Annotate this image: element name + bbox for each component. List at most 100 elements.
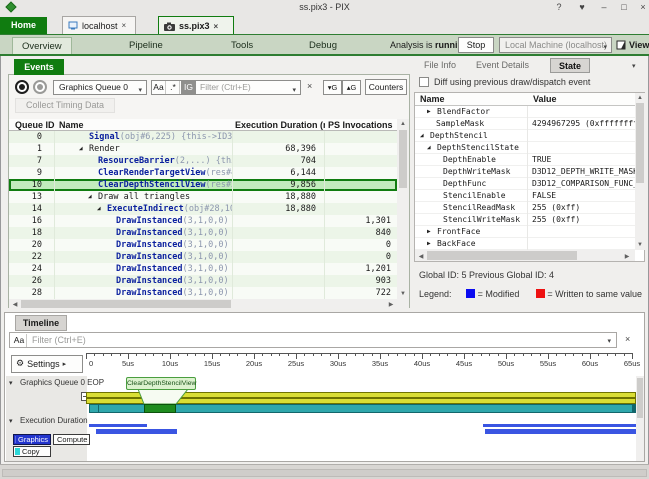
event-row[interactable]: 28 DrawInstanced(3,1,0,0) 722 xyxy=(9,287,397,299)
ignore-case-toggle[interactable]: IG xyxy=(181,81,196,94)
regex-toggle[interactable]: .* xyxy=(167,81,180,94)
scroll-right-icon[interactable]: ▶ xyxy=(387,301,395,308)
event-row[interactable]: 24 DrawInstanced(3,1,0,0) 1,201 xyxy=(9,263,397,275)
scroll-left-icon[interactable]: ◀ xyxy=(11,301,19,308)
stop-button[interactable]: Stop xyxy=(458,37,494,53)
expander-icon[interactable]: ▶ xyxy=(427,226,437,238)
scroll-thumb[interactable] xyxy=(637,378,643,418)
expander-icon[interactable]: ▶ xyxy=(427,106,437,118)
timeline-tab[interactable]: Timeline xyxy=(15,315,67,331)
event-row[interactable]: 1 ◢ Render 68,396 xyxy=(9,143,397,155)
events-vscrollbar[interactable]: ▲ ▼ xyxy=(397,119,409,299)
capture-tab-close-icon[interactable]: × xyxy=(214,22,219,31)
col-queue-id[interactable]: Queue ID xyxy=(15,119,55,131)
col-ps-invocations[interactable]: PS Invocations xyxy=(328,119,396,131)
legend-compute[interactable]: Compute xyxy=(53,434,90,445)
state-row[interactable]: ▶ BackFace xyxy=(415,238,635,250)
close-button[interactable]: × xyxy=(635,1,649,13)
event-row[interactable]: 9ClearRenderTargetView(res#4,6,144 xyxy=(9,167,397,179)
help-button[interactable]: ? xyxy=(551,1,567,13)
state-row[interactable]: StencilEnable FALSE xyxy=(415,190,635,202)
scroll-thumb[interactable] xyxy=(427,251,577,260)
machine-select[interactable]: Local Machine (localhost) ▾ xyxy=(499,37,612,53)
state-hscrollbar[interactable]: ◀ ▶ xyxy=(415,250,635,261)
settings-button[interactable]: ⚙ Settings ▸ xyxy=(11,355,83,373)
events-hscrollbar[interactable]: ◀ ▶ xyxy=(9,299,409,309)
state-row[interactable]: DepthWriteMask D3D12_DEPTH_WRITE_MASK_… xyxy=(415,166,635,178)
state-row[interactable]: ◢ DepthStencilState xyxy=(415,142,635,154)
execution-duration-bar[interactable] xyxy=(88,424,148,427)
state-row[interactable]: SampleMask 4294967295 (0xffffffff) xyxy=(415,118,635,130)
timeline-vscrollbar[interactable] xyxy=(636,376,644,461)
execution-duration-bar[interactable] xyxy=(483,424,638,427)
tab-file-info[interactable]: File Info xyxy=(418,58,462,73)
event-filter-input[interactable]: Filter (Ctrl+E) xyxy=(200,81,251,94)
state-row[interactable]: DepthFunc D3D12_COMPARISON_FUNC_… xyxy=(415,178,635,190)
scroll-thumb[interactable] xyxy=(399,130,407,188)
tab-debug[interactable]: Debug xyxy=(300,37,346,54)
execution-duration-bar[interactable] xyxy=(96,429,177,434)
state-row[interactable]: ▶ BlendFactor xyxy=(415,106,635,118)
scroll-down-icon[interactable]: ▼ xyxy=(635,242,645,248)
selected-event-segment[interactable] xyxy=(144,404,176,413)
state-row[interactable]: ▶ FrontFace xyxy=(415,226,635,238)
diff-checkbox[interactable] xyxy=(419,77,429,87)
scroll-down-icon[interactable]: ▼ xyxy=(397,291,409,297)
match-case-toggle[interactable]: Aa xyxy=(152,81,166,94)
expander-icon[interactable]: ◢ xyxy=(97,203,107,215)
capture-frame-icon[interactable] xyxy=(15,80,29,94)
scroll-thumb[interactable] xyxy=(636,103,644,183)
expander-icon[interactable]: ◢ xyxy=(427,142,437,154)
event-row[interactable]: 22 DrawInstanced(3,1,0,0) 0 xyxy=(9,251,397,263)
counters-button[interactable]: Counters xyxy=(365,79,407,95)
col-value[interactable]: Value xyxy=(533,93,623,105)
expander-icon[interactable]: ▶ xyxy=(427,238,437,250)
scroll-thumb[interactable] xyxy=(21,300,231,308)
localhost-tab[interactable]: localhost × xyxy=(62,16,136,34)
tab-pipeline[interactable]: Pipeline xyxy=(120,37,172,54)
tab-overflow-icon[interactable]: ▾ xyxy=(632,62,636,70)
tab-state[interactable]: State xyxy=(550,58,590,73)
goto-prev-group-button[interactable]: ▾G xyxy=(323,80,342,95)
state-row[interactable]: StencilReadMask 255 (0xff) xyxy=(415,202,635,214)
clear-filter-button[interactable]: × xyxy=(307,81,312,91)
event-row[interactable]: 14◢ExecuteIndirect(obj#28,10218,880 xyxy=(9,203,397,215)
expander-icon[interactable]: ◢ xyxy=(79,143,89,155)
execution-duration-bar[interactable] xyxy=(485,429,638,434)
maximize-button[interactable]: □ xyxy=(616,1,632,13)
col-name[interactable]: Name xyxy=(59,119,229,131)
event-row[interactable]: 16 DrawInstanced(3,1,0,0) 1,301 xyxy=(9,215,397,227)
expander-icon[interactable]: ◢ xyxy=(88,191,98,203)
state-row[interactable]: DepthEnable TRUE xyxy=(415,154,635,166)
legend-copy[interactable]: Copy xyxy=(13,446,51,457)
scroll-left-icon[interactable]: ◀ xyxy=(417,253,425,260)
expander-icon[interactable]: ◢ xyxy=(420,130,430,142)
event-row[interactable]: 10ClearDepthStencilView(res#2,9,856 xyxy=(9,179,397,191)
localhost-tab-close-icon[interactable]: × xyxy=(122,21,127,30)
event-row[interactable]: 18 DrawInstanced(3,1,0,0) 840 xyxy=(9,227,397,239)
home-tab[interactable]: Home xyxy=(0,17,47,34)
state-row[interactable]: StencilWriteMask 255 (0xff) xyxy=(415,214,635,226)
tab-overview[interactable]: Overview xyxy=(12,37,72,54)
scroll-up-icon[interactable]: ▲ xyxy=(397,121,409,127)
scroll-up-icon[interactable]: ▲ xyxy=(635,95,645,101)
scroll-right-icon[interactable]: ▶ xyxy=(623,253,631,260)
col-duration[interactable]: Execution Duration (ns) xyxy=(235,119,325,131)
feedback-icon[interactable]: ♥ xyxy=(574,1,590,13)
collect-timing-data-button[interactable]: Collect Timing Data xyxy=(15,98,115,113)
state-row[interactable]: ◢ DepthStencil xyxy=(415,130,635,142)
diff-checkbox-label[interactable]: Diff using previous draw/dispatch event xyxy=(434,77,590,87)
capture-tab[interactable]: ss.pix3 × xyxy=(158,16,234,35)
event-row[interactable]: 0 Signal(obj#6,225) {this->ID3D xyxy=(9,131,397,143)
events-panel-tab[interactable]: Events xyxy=(14,59,64,75)
views-button[interactable]: Views xyxy=(616,40,649,50)
bottom-scroll-track[interactable] xyxy=(2,469,647,477)
event-row[interactable]: 7 ResourceBarrier(2,...) {thi 704 xyxy=(9,155,397,167)
legend-graphics[interactable]: Graphics xyxy=(13,434,51,445)
col-name[interactable]: Name xyxy=(420,93,520,105)
tab-event-details[interactable]: Event Details xyxy=(470,58,535,73)
goto-next-group-button[interactable]: ▴G xyxy=(342,80,361,95)
event-row[interactable]: 20 DrawInstanced(3,1,0,0) 0 xyxy=(9,239,397,251)
tab-tools[interactable]: Tools xyxy=(222,37,262,54)
state-vscrollbar[interactable]: ▲ ▼ xyxy=(635,93,645,250)
